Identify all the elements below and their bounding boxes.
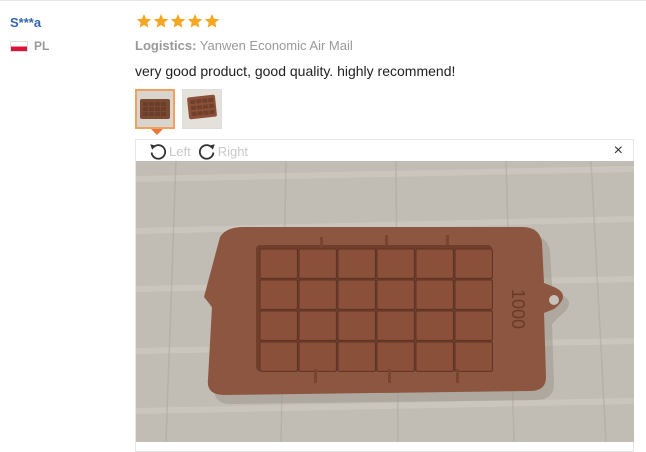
logistics-label: Logistics: <box>135 38 197 53</box>
chocolate-cell <box>259 341 298 372</box>
star-icon <box>204 14 220 28</box>
star-rating <box>136 13 220 29</box>
chocolate-cell <box>337 248 376 279</box>
rotate-right-label: Right <box>217 143 249 159</box>
image-viewer: Left Right × 1000 <box>135 139 634 452</box>
mold-text: 1000 <box>508 289 528 329</box>
thumbnail-image <box>183 90 221 128</box>
chocolate-cell <box>415 341 454 372</box>
chocolate-cell <box>454 248 493 279</box>
rotate-left-icon <box>150 144 167 160</box>
top-divider <box>0 0 646 1</box>
chocolate-cell <box>415 248 454 279</box>
poland-flag-icon <box>10 40 28 52</box>
chocolate-cell <box>298 279 337 310</box>
review-photo: 1000 <box>136 161 634 442</box>
rotate-controls: Left Right <box>148 140 248 162</box>
selected-thumbnail-caret <box>151 129 163 135</box>
chocolate-cell <box>376 341 415 372</box>
chocolate-cell <box>298 310 337 341</box>
rotate-left-button[interactable]: Left <box>148 141 191 161</box>
chocolate-cell <box>454 310 493 341</box>
chocolate-cell <box>298 341 337 372</box>
chocolate-cell <box>298 248 337 279</box>
chocolate-cell <box>337 310 376 341</box>
rotate-right-icon <box>198 144 215 160</box>
star-icon <box>170 14 186 28</box>
reviewer-country: PL <box>10 39 49 53</box>
chocolate-mold-photo: 1000 <box>136 161 634 442</box>
thumbnail-image <box>137 91 173 127</box>
chocolate-cell <box>259 279 298 310</box>
star-icon <box>187 14 203 28</box>
star-icon <box>136 14 152 28</box>
chocolate-cell <box>376 279 415 310</box>
country-code: PL <box>34 39 50 53</box>
review-thumbnail-2[interactable] <box>182 89 222 129</box>
rotate-left-label: Left <box>169 143 191 159</box>
review-text: very good product, good quality. highly … <box>135 63 456 79</box>
chocolate-cell <box>337 341 376 372</box>
chocolate-cell <box>259 248 298 279</box>
chocolate-cell <box>415 279 454 310</box>
chocolate-cell <box>454 341 493 372</box>
star-icon <box>153 14 169 28</box>
reviewer-info: S***a PL <box>10 15 49 53</box>
chocolate-cell <box>337 279 376 310</box>
chocolate-cell <box>415 310 454 341</box>
chocolate-cell <box>376 248 415 279</box>
chocolate-cell <box>454 279 493 310</box>
logistics-value: Yanwen Economic Air Mail <box>199 38 353 53</box>
rotate-right-button[interactable]: Right <box>197 141 248 161</box>
close-viewer-button[interactable]: × <box>614 142 623 160</box>
review-thumbnail-1[interactable] <box>135 89 175 129</box>
logistics-info: Logistics: Yanwen Economic Air Mail <box>135 38 353 53</box>
chocolate-cell <box>376 310 415 341</box>
reviewer-name[interactable]: S***a <box>10 15 49 30</box>
chocolate-cell <box>259 310 298 341</box>
